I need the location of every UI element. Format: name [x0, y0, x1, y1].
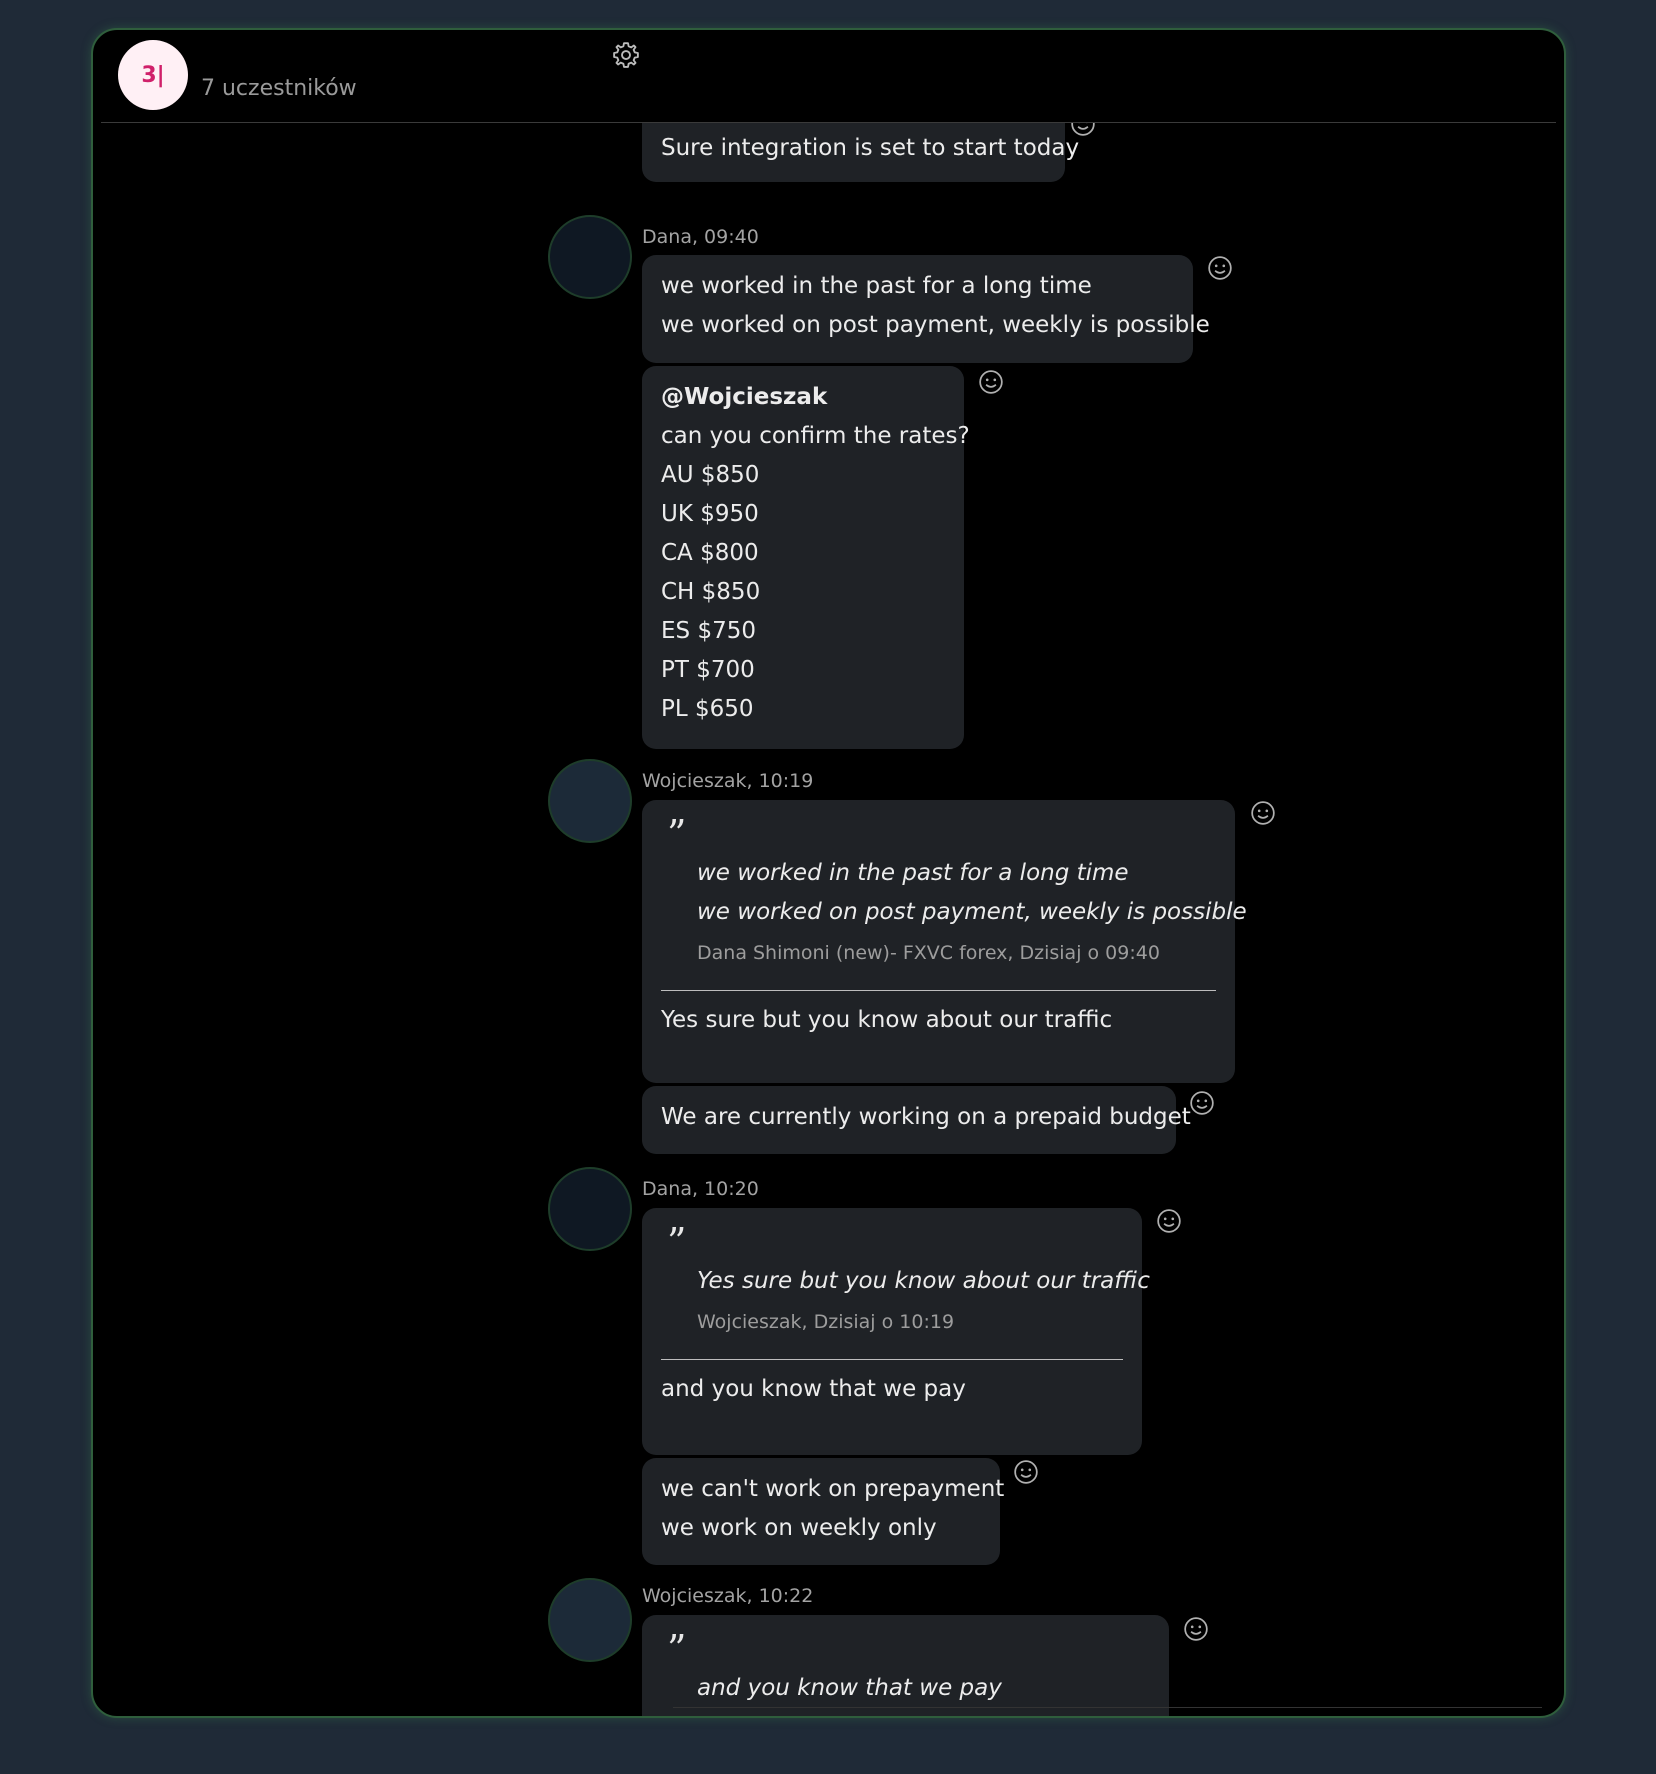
avatar[interactable] [548, 1167, 632, 1251]
message-line: CA $800 [661, 540, 759, 566]
message-line: we work on weekly only [661, 1515, 937, 1541]
message-list: Sure integration is set to start today D… [93, 123, 1564, 1716]
message-line: CH $850 [661, 579, 761, 605]
message-line: we worked on post payment, weekly is pos… [661, 312, 1210, 338]
divider [673, 1707, 1542, 1708]
message-line: AU $850 [661, 462, 760, 488]
message-bubble[interactable]: Sure integration is set to start today [642, 123, 1080, 182]
chat-header: 3| 7 uczestników [101, 30, 1556, 123]
message-line: can you confirm the rates? [661, 423, 970, 449]
smiley-icon[interactable] [1189, 1090, 1215, 1116]
quote-mark-icon: ” [667, 812, 687, 856]
message-bubble[interactable]: we can't work on prepayment we work on w… [642, 1458, 1005, 1565]
quote-source: Wojcieszak, Dzisiaj o 10:19 [697, 1311, 955, 1333]
smiley-icon[interactable] [978, 369, 1004, 395]
message-text: Yes sure but you know about our traffic [661, 1007, 1113, 1033]
smiley-icon[interactable] [1156, 1208, 1182, 1234]
quote-divider [661, 1359, 1123, 1360]
avatar[interactable] [548, 1578, 632, 1662]
smiley-icon[interactable] [1250, 800, 1276, 826]
message-bubble[interactable]: We are currently working on a prepaid bu… [642, 1086, 1191, 1154]
message-line: we can't work on prepayment [661, 1476, 1005, 1502]
quote-line: we worked in the past for a long time [697, 860, 1129, 886]
quote-divider [661, 990, 1216, 991]
quote-line: and you know that we pay [697, 1675, 1002, 1701]
avatar[interactable] [548, 759, 632, 843]
message-line: UK $950 [661, 501, 759, 527]
smiley-icon[interactable] [1207, 255, 1233, 281]
message-meta: Wojcieszak, 10:19 [642, 770, 814, 792]
message-bubble[interactable]: we worked in the past for a long time we… [642, 255, 1210, 363]
quote-line: we worked on post payment, weekly is pos… [697, 899, 1247, 925]
message-bubble[interactable]: @Wojcieszak can you confirm the rates? A… [642, 366, 970, 749]
quote-mark-icon: ” [667, 1220, 687, 1264]
message-line: ES $750 [661, 618, 756, 644]
message-bubble[interactable]: ” we worked in the past for a long time … [642, 800, 1247, 1083]
message-meta: Wojcieszak, 10:22 [642, 1585, 814, 1607]
avatar[interactable] [548, 215, 632, 299]
mention[interactable]: @Wojcieszak [661, 378, 945, 417]
message-text: We are currently working on a prepaid bu… [661, 1104, 1191, 1130]
message-line: we worked in the past for a long time [661, 273, 1092, 299]
chat-window: 3| 7 uczestników Sure integration is set… [91, 28, 1566, 1718]
message-meta: Dana, 10:20 [642, 1178, 759, 1200]
gear-icon[interactable] [611, 40, 641, 70]
group-avatar[interactable]: 3| [118, 40, 188, 110]
message-meta: Dana, 09:40 [642, 226, 759, 248]
message-text: and you know that we pay [661, 1376, 966, 1402]
message-line: PT $700 [661, 657, 755, 683]
quote-mark-icon: ” [667, 1627, 687, 1671]
message-line: PL $650 [661, 696, 754, 722]
message-bubble[interactable]: ” and you know that we pay [642, 1615, 1169, 1716]
quote-source: Dana Shimoni (new)- FXVC forex, Dzisiaj … [697, 942, 1160, 964]
quote-line: Yes sure but you know about our traffic [697, 1268, 1150, 1294]
participants-count[interactable]: 7 uczestników [201, 76, 357, 101]
message-bubble[interactable]: ” Yes sure but you know about our traffi… [642, 1208, 1150, 1455]
smiley-icon[interactable] [1183, 1616, 1209, 1642]
smiley-icon[interactable] [1013, 1459, 1039, 1485]
group-logo-text: 3| [141, 62, 165, 88]
message-text: Sure integration is set to start today [661, 135, 1080, 161]
